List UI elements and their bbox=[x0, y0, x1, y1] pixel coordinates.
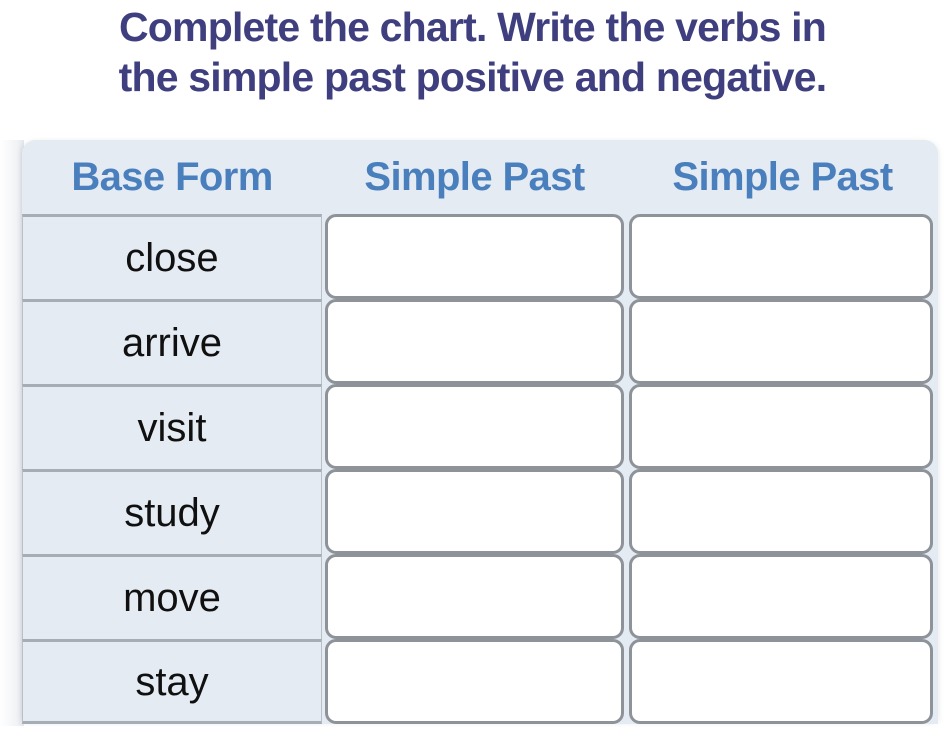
instruction-line-2: the simple past positive and negative. bbox=[118, 54, 828, 100]
table-header-row: Base Form Simple Past Simple Past bbox=[22, 140, 938, 214]
base-form-label: close bbox=[125, 236, 219, 280]
answer-cell-positive bbox=[322, 299, 627, 384]
worksheet-page: Complete the chart. Write the verbs in t… bbox=[0, 0, 945, 746]
answer-cell-negative bbox=[627, 214, 935, 299]
answer-input-positive[interactable] bbox=[325, 554, 624, 639]
answer-input-positive[interactable] bbox=[325, 639, 624, 724]
answer-cell-negative bbox=[627, 469, 935, 554]
base-form-cell: close bbox=[22, 214, 322, 299]
base-form-cell: study bbox=[22, 469, 322, 554]
base-form-cell: move bbox=[22, 554, 322, 639]
answer-input-negative[interactable] bbox=[629, 554, 933, 639]
answer-cell-positive bbox=[322, 214, 627, 299]
answer-cell-positive bbox=[322, 639, 627, 724]
table-row: move bbox=[22, 554, 938, 639]
answer-cell-positive bbox=[322, 384, 627, 469]
base-form-cell: visit bbox=[22, 384, 322, 469]
table-row: close bbox=[22, 214, 938, 299]
base-form-cell: arrive bbox=[22, 299, 322, 384]
base-form-label: visit bbox=[137, 406, 207, 450]
answer-cell-positive bbox=[322, 469, 627, 554]
instruction-heading: Complete the chart. Write the verbs in t… bbox=[0, 0, 945, 128]
answer-input-positive[interactable] bbox=[325, 299, 624, 384]
answer-cell-negative bbox=[627, 639, 935, 724]
answer-input-negative[interactable] bbox=[629, 384, 933, 469]
column-header-simple-past-positive: Simple Past bbox=[364, 155, 585, 199]
base-form-label: stay bbox=[135, 659, 209, 704]
table-row: arrive bbox=[22, 299, 938, 384]
table-row: study bbox=[22, 469, 938, 554]
answer-input-negative[interactable] bbox=[629, 214, 933, 299]
answer-cell-negative bbox=[627, 299, 935, 384]
column-header-base-form: Base Form bbox=[71, 155, 273, 199]
answer-input-positive[interactable] bbox=[325, 384, 624, 469]
answer-input-negative[interactable] bbox=[629, 469, 933, 554]
base-form-cell: stay bbox=[22, 639, 322, 724]
table-row: stay bbox=[22, 639, 938, 724]
table-row: visit bbox=[22, 384, 938, 469]
answer-cell-negative bbox=[627, 384, 935, 469]
base-form-label: study bbox=[124, 491, 220, 535]
answer-cell-positive bbox=[322, 554, 627, 639]
base-form-label: arrive bbox=[121, 321, 223, 365]
answer-cell-negative bbox=[627, 554, 935, 639]
column-header-simple-past-negative: Simple Past bbox=[672, 155, 893, 199]
answer-input-positive[interactable] bbox=[325, 214, 624, 299]
answer-input-negative[interactable] bbox=[629, 299, 933, 384]
instruction-line-1: Complete the chart. Write the verbs in bbox=[119, 4, 827, 50]
base-form-label: move bbox=[123, 576, 221, 620]
page-edge-shadow bbox=[0, 140, 24, 726]
verb-chart-table: Base Form Simple Past Simple Past close … bbox=[22, 140, 938, 724]
answer-input-positive[interactable] bbox=[325, 469, 624, 554]
table-body: close arrive visit study move stay bbox=[22, 214, 938, 724]
answer-input-negative[interactable] bbox=[629, 639, 933, 724]
